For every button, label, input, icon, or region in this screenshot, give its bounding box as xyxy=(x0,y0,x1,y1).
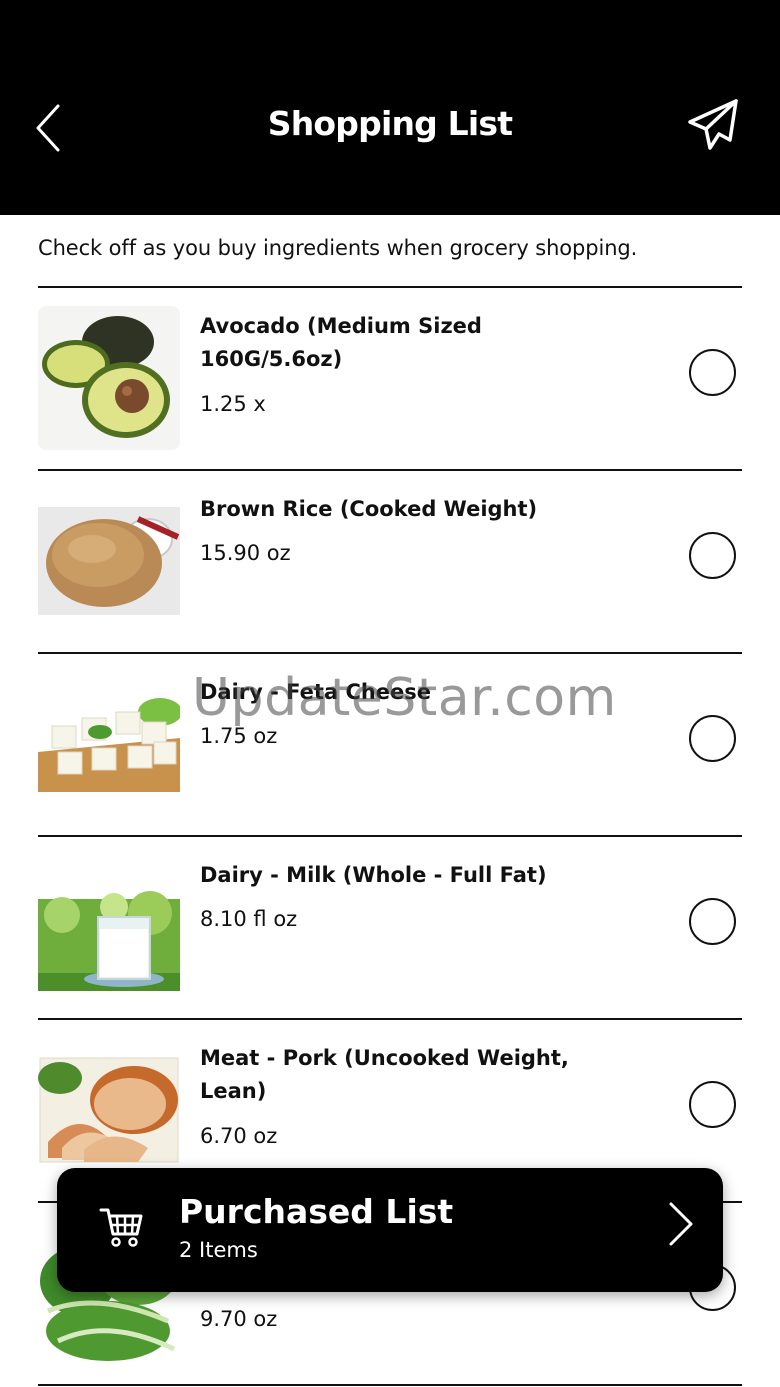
item-name: Avocado (Medium Sized 160G/5.6oz) xyxy=(200,314,482,371)
item-name: Brown Rice (Cooked Weight) xyxy=(200,497,538,521)
share-button[interactable] xyxy=(686,96,742,154)
item-quantity: 1.75 oz xyxy=(200,724,278,748)
purchase-checkbox[interactable] xyxy=(689,715,736,762)
item-quantity: 15.90 oz xyxy=(200,541,291,565)
list-item[interactable]: Brown Rice (Cooked Weight) 15.90 oz xyxy=(38,469,742,652)
purchase-checkbox[interactable] xyxy=(689,532,736,579)
item-name: Dairy - Feta Cheese xyxy=(200,680,432,704)
item-quantity: 9.70 oz xyxy=(200,1307,278,1331)
purchase-checkbox[interactable] xyxy=(689,349,736,396)
list-item[interactable]: Avocado (Medium Sized 160G/5.6oz) 1.25 x xyxy=(38,286,742,469)
item-quantity: 8.10 fl oz xyxy=(200,907,298,931)
purchase-checkbox[interactable] xyxy=(689,898,736,945)
roast-pork-image xyxy=(38,1038,180,1182)
avocado-image xyxy=(38,306,180,450)
instructions-text: Check off as you buy ingredients when gr… xyxy=(38,236,638,260)
item-name: Meat - Pork (Uncooked Weight, Lean) xyxy=(200,1046,569,1103)
list-item[interactable]: Dairy - Milk (Whole - Full Fat) 8.10 fl … xyxy=(38,835,742,1018)
list-item[interactable]: Dairy - Feta Cheese 1.75 oz xyxy=(38,652,742,835)
feta-cheese-image xyxy=(38,672,180,816)
page-title: Shopping List xyxy=(267,104,513,143)
purchased-list-title: Purchased List xyxy=(179,1192,454,1231)
divider xyxy=(38,1384,742,1386)
item-quantity: 6.70 oz xyxy=(200,1124,278,1148)
purchase-checkbox[interactable] xyxy=(689,1081,736,1128)
chevron-right-icon xyxy=(665,1200,695,1248)
purchased-list-button[interactable]: Purchased List 2 Items xyxy=(57,1168,723,1292)
purchased-count: 2 Items xyxy=(179,1238,258,1262)
app-header: Shopping List xyxy=(0,0,780,215)
paper-plane-icon xyxy=(688,99,738,150)
item-name: Dairy - Milk (Whole - Full Fat) xyxy=(200,863,547,887)
shopping-cart-icon xyxy=(97,1202,145,1250)
milk-glass-image xyxy=(38,855,180,999)
item-quantity: 1.25 x xyxy=(200,392,266,416)
brown-rice-image xyxy=(38,489,180,633)
